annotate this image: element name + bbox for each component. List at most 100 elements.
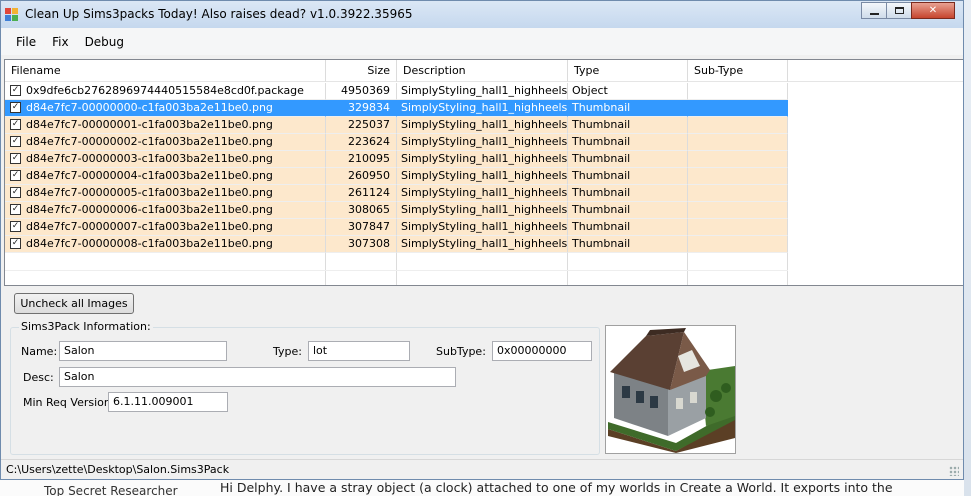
- empty-cell: [397, 271, 568, 285]
- column-subtype[interactable]: Sub-Type: [688, 60, 788, 82]
- desc-label: Desc:: [23, 371, 54, 384]
- cell-type: Thumbnail: [568, 219, 688, 236]
- empty-cell: [688, 271, 788, 285]
- cell-filename: ✓ d84e7fc7-00000004-c1fa003ba2e11be0.png: [5, 168, 326, 185]
- table-row[interactable]: ✓ d84e7fc7-00000006-c1fa003ba2e11be0.png 3…: [5, 202, 788, 219]
- empty-cell: [568, 253, 688, 270]
- type-field[interactable]: lot: [308, 341, 410, 361]
- filename-text: d84e7fc7-00000006-c1fa003ba2e11be0.png: [26, 203, 273, 216]
- background-post-text: Hi Delphy. I have a stray object (a cloc…: [220, 480, 893, 495]
- cell-subtype: [688, 151, 788, 168]
- table-row[interactable]: ✓ d84e7fc7-00000001-c1fa003ba2e11be0.png 2…: [5, 117, 788, 134]
- maximize-icon: [894, 7, 904, 14]
- cell-subtype: [688, 202, 788, 219]
- title-bar[interactable]: Clean Up Sims3packs Today! Also raises d…: [1, 1, 963, 28]
- row-checkbox[interactable]: ✓: [10, 118, 21, 130]
- resize-grip[interactable]: [949, 466, 959, 476]
- uncheck-all-images-button[interactable]: Uncheck all Images: [14, 293, 134, 314]
- cell-type: Thumbnail: [568, 185, 688, 202]
- cell-type: Thumbnail: [568, 134, 688, 151]
- row-checkbox[interactable]: ✓: [10, 101, 21, 113]
- cell-size: 307308: [326, 236, 397, 253]
- cell-filename: ✓ d84e7fc7-00000007-c1fa003ba2e11be0.png: [5, 219, 326, 236]
- cell-type: Thumbnail: [568, 236, 688, 253]
- cell-filename: ✓ d84e7fc7-00000003-c1fa003ba2e11be0.png: [5, 151, 326, 168]
- empty-cell: [5, 271, 326, 285]
- menu-bar: File Fix Debug: [1, 28, 963, 55]
- cell-subtype: [688, 236, 788, 253]
- row-checkbox[interactable]: ✓: [10, 186, 21, 198]
- cell-type: Thumbnail: [568, 117, 688, 134]
- cell-description: SimplyStyling_hall1_highheels - ...: [397, 100, 568, 117]
- row-checkbox[interactable]: ✓: [10, 203, 21, 215]
- filename-text: d84e7fc7-00000005-c1fa003ba2e11be0.png: [26, 186, 273, 199]
- app-icon[interactable]: [5, 8, 19, 22]
- cell-type: Object: [568, 83, 688, 100]
- app-window: Clean Up Sims3packs Today! Also raises d…: [0, 0, 964, 480]
- cell-description: SimplyStyling_hall1_highheels - ...: [397, 185, 568, 202]
- maximize-button[interactable]: [886, 2, 912, 19]
- row-checkbox[interactable]: ✓: [10, 220, 21, 232]
- background-edge: [964, 0, 971, 496]
- list-header: Filename Size Description Type Sub-Type: [5, 60, 963, 82]
- sims3pack-info-group: Sims3Pack Information: Name: Salon Type:…: [10, 320, 600, 455]
- close-icon: ✕: [928, 5, 938, 16]
- filename-text: d84e7fc7-00000000-c1fa003ba2e11be0.png: [26, 101, 273, 114]
- window-title: Clean Up Sims3packs Today! Also raises d…: [25, 7, 413, 21]
- filename-text: d84e7fc7-00000008-c1fa003ba2e11be0.png: [26, 237, 273, 250]
- row-checkbox[interactable]: ✓: [10, 135, 21, 147]
- table-row[interactable]: ✓ d84e7fc7-00000007-c1fa003ba2e11be0.png 3…: [5, 219, 788, 236]
- table-row[interactable]: ✓ d84e7fc7-00000004-c1fa003ba2e11be0.png 2…: [5, 168, 788, 185]
- cell-description: SimplyStyling_hall1_highheels - ...: [397, 134, 568, 151]
- menu-debug[interactable]: Debug: [77, 35, 132, 49]
- lot-preview-image: [605, 325, 736, 454]
- column-filename[interactable]: Filename: [5, 60, 326, 82]
- cell-size: 261124: [326, 185, 397, 202]
- cell-subtype: [688, 134, 788, 151]
- cell-size: 210095: [326, 151, 397, 168]
- column-type[interactable]: Type: [568, 60, 688, 82]
- min-req-field[interactable]: 6.1.11.009001: [108, 392, 228, 412]
- cell-subtype: [688, 219, 788, 236]
- table-row[interactable]: ✓ d84e7fc7-00000000-c1fa003ba2e11be0.png 3…: [5, 100, 788, 117]
- empty-row: [5, 271, 788, 285]
- cell-subtype: [688, 100, 788, 117]
- cell-subtype: [688, 83, 788, 100]
- cell-description: SimplyStyling_hall1_highheels - ...: [397, 236, 568, 253]
- subtype-field[interactable]: 0x00000000: [492, 341, 592, 361]
- table-row[interactable]: ✓ d84e7fc7-00000005-c1fa003ba2e11be0.png 2…: [5, 185, 788, 202]
- table-row[interactable]: ✓ d84e7fc7-00000008-c1fa003ba2e11be0.png 3…: [5, 236, 788, 253]
- close-button[interactable]: ✕: [911, 2, 955, 19]
- cell-filename: ✓ d84e7fc7-00000006-c1fa003ba2e11be0.png: [5, 202, 326, 219]
- table-row[interactable]: ✓ d84e7fc7-00000003-c1fa003ba2e11be0.png 2…: [5, 151, 788, 168]
- cell-type: Thumbnail: [568, 151, 688, 168]
- empty-cell: [326, 253, 397, 270]
- cell-type: Thumbnail: [568, 168, 688, 185]
- menu-file[interactable]: File: [1, 35, 44, 49]
- file-list[interactable]: Filename Size Description Type Sub-Type …: [4, 59, 963, 286]
- row-checkbox[interactable]: ✓: [10, 237, 21, 249]
- column-size[interactable]: Size: [326, 60, 397, 82]
- min-req-label: Min Req Version:: [23, 396, 115, 409]
- group-title: Sims3Pack Information:: [19, 320, 153, 333]
- column-description[interactable]: Description: [397, 60, 568, 82]
- status-bar: C:\Users\zette\Desktop\Salon.Sims3Pack: [1, 459, 963, 479]
- cell-description: SimplyStyling_hall1_highheels - ...: [397, 117, 568, 134]
- column-filler: [788, 60, 963, 82]
- empty-cell: [688, 253, 788, 270]
- row-checkbox[interactable]: ✓: [10, 169, 21, 181]
- cell-subtype: [688, 117, 788, 134]
- cell-description: SimplyStyling_hall1_highheels - ...: [397, 168, 568, 185]
- cell-filename: ✓ d84e7fc7-00000005-c1fa003ba2e11be0.png: [5, 185, 326, 202]
- table-row[interactable]: ✓ 0x9dfe6cb2762896974440515584e8cd0f.pack…: [5, 83, 788, 100]
- cell-filename: ✓ d84e7fc7-00000001-c1fa003ba2e11be0.png: [5, 117, 326, 134]
- row-checkbox[interactable]: ✓: [10, 152, 21, 164]
- menu-fix[interactable]: Fix: [44, 35, 76, 49]
- desc-field[interactable]: Salon: [59, 367, 456, 387]
- name-field[interactable]: Salon: [59, 341, 227, 361]
- cell-type: Thumbnail: [568, 202, 688, 219]
- minimize-button[interactable]: [861, 2, 887, 19]
- background-username: Top Secret Researcher: [44, 484, 178, 496]
- table-row[interactable]: ✓ d84e7fc7-00000002-c1fa003ba2e11be0.png 2…: [5, 134, 788, 151]
- row-checkbox[interactable]: ✓: [10, 84, 21, 96]
